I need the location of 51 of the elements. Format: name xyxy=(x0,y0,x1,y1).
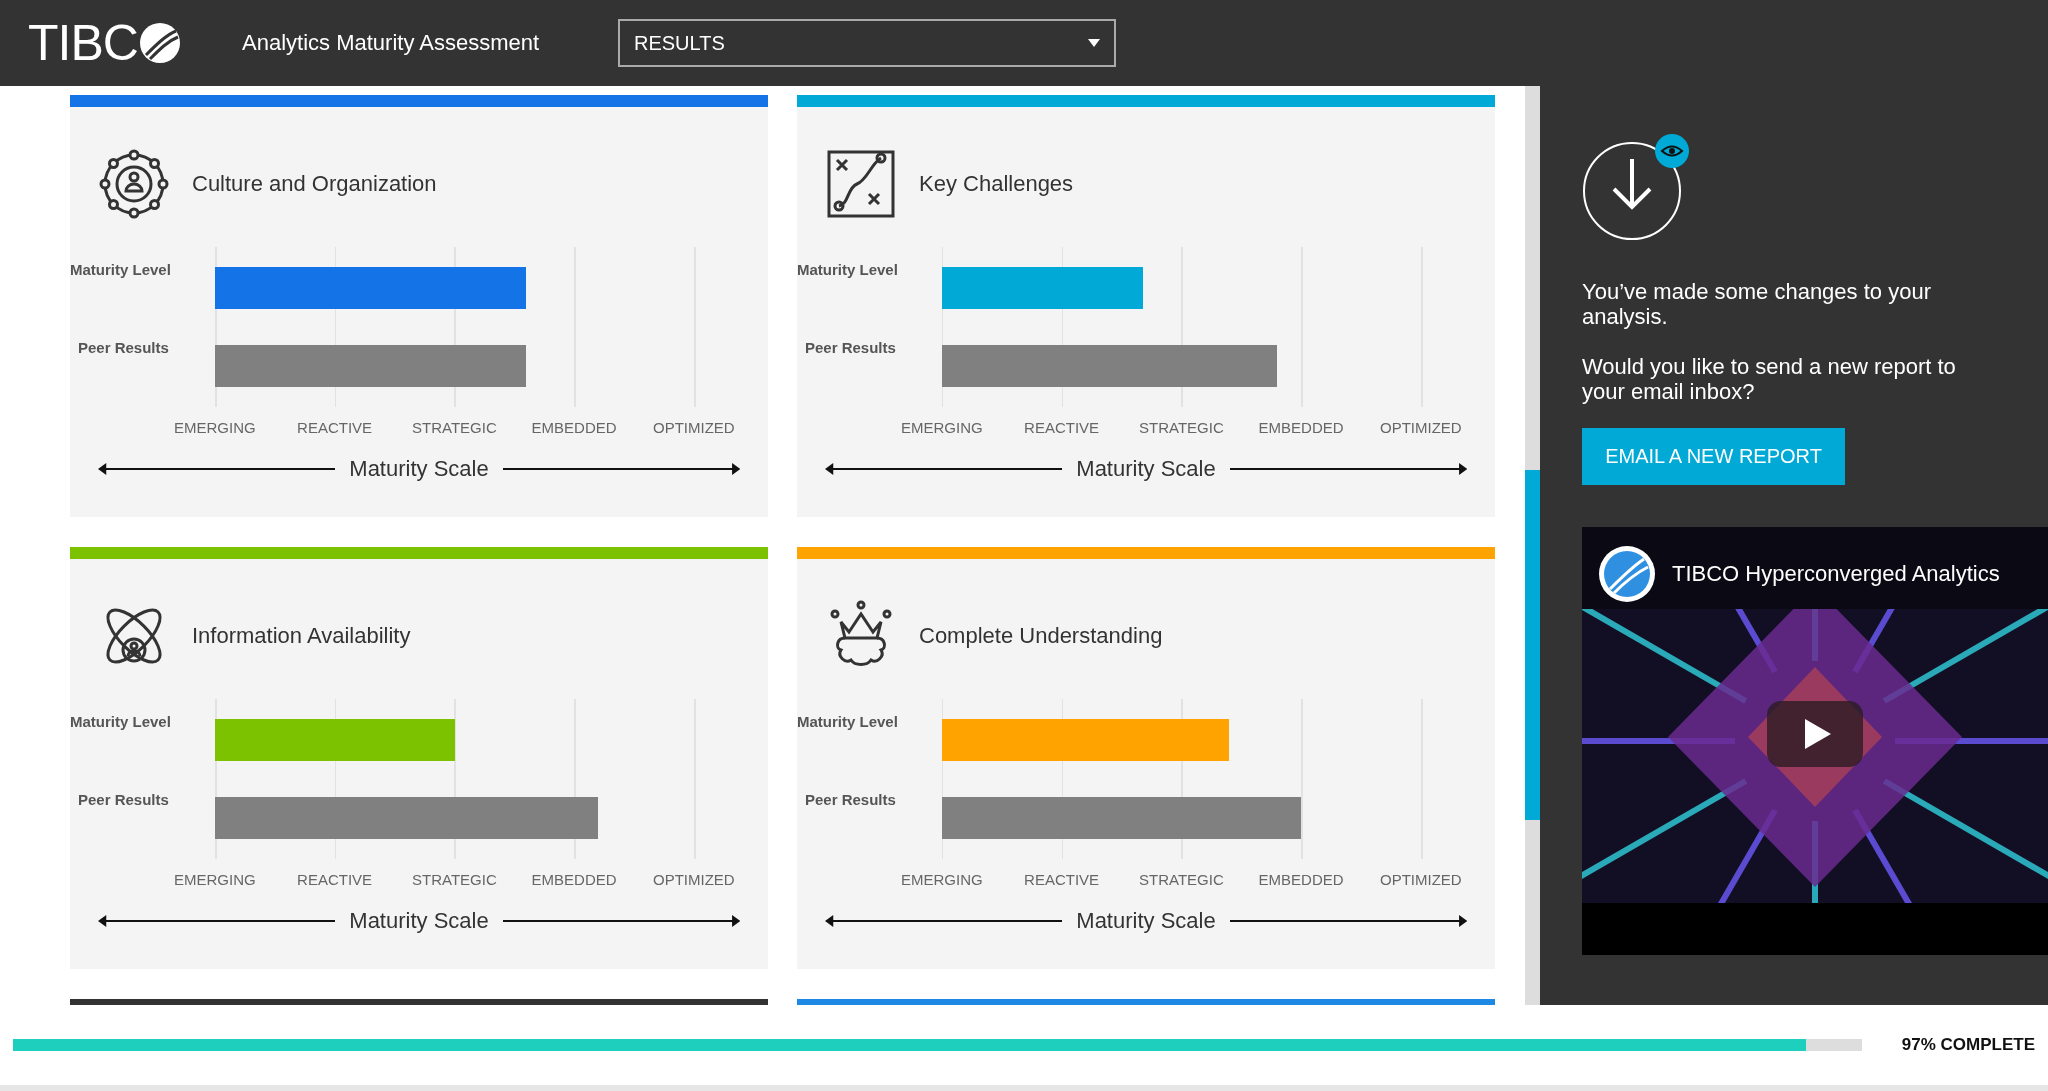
scale-label: EMERGING xyxy=(900,871,984,888)
scale-label: OPTIMIZED xyxy=(652,419,736,436)
scale-label: REACTIVE xyxy=(296,871,374,888)
scale-title: Maturity Scale xyxy=(349,908,489,934)
scale-label: REACTIVE xyxy=(1023,419,1101,436)
scale-label: EMBEDDED xyxy=(530,419,618,436)
row-label: Maturity Level xyxy=(797,261,899,280)
strategy-board-icon xyxy=(825,148,897,220)
scale-title: Maturity Scale xyxy=(1076,908,1216,934)
video-title: TIBCO Hyperconverged Analytics xyxy=(1672,561,2000,588)
row-label: Peer Results xyxy=(77,791,170,810)
scale-label: REACTIVE xyxy=(1023,871,1101,888)
video-player[interactable]: TIBCO Hyperconverged Analytics xyxy=(1582,527,2048,956)
scale-label: STRATEGIC xyxy=(1138,871,1225,888)
scale-label: REACTIVE xyxy=(296,419,374,436)
scale-label: OPTIMIZED xyxy=(1379,419,1463,436)
app-title: Analytics Maturity Assessment xyxy=(242,30,541,56)
scale-label: STRATEGIC xyxy=(411,419,498,436)
scale-label: EMERGING xyxy=(173,871,257,888)
scale-label: EMBEDDED xyxy=(530,871,618,888)
scale-label: OPTIMIZED xyxy=(1379,871,1463,888)
scale-label: OPTIMIZED xyxy=(652,871,736,888)
row-label: Peer Results xyxy=(77,339,170,358)
row-label: Maturity Level xyxy=(70,713,172,732)
caret-icon xyxy=(1088,39,1100,47)
play-button[interactable] xyxy=(1767,701,1863,768)
scrollbar-thumb[interactable] xyxy=(1525,470,1540,820)
scale-label: EMBEDDED xyxy=(1257,419,1345,436)
message-text: Would you like to send a new report to your email inbox? xyxy=(1582,353,1957,405)
scale-label: STRATEGIC xyxy=(411,871,498,888)
card-title: Information Availability xyxy=(192,623,411,649)
person-network-icon xyxy=(98,148,170,220)
progress-label: 97% COMPLETE xyxy=(1901,1035,2035,1055)
row-label: Peer Results xyxy=(804,791,897,810)
scale-label: EMERGING xyxy=(173,419,257,436)
results-dropdown[interactable]: RESULTS xyxy=(618,19,1116,67)
scale-label: EMBEDDED xyxy=(1257,871,1345,888)
row-label: Peer Results xyxy=(804,339,897,358)
logo-mark-icon xyxy=(137,21,182,65)
card-title: Key Challenges xyxy=(919,171,1074,197)
scale-label: EMERGING xyxy=(900,419,984,436)
card-title: Culture and Organization xyxy=(192,171,437,197)
scale-title: Maturity Scale xyxy=(349,456,489,482)
logo-text: TIBC xyxy=(28,18,138,68)
channel-logo-icon xyxy=(1598,545,1656,604)
scale-title: Maturity Scale xyxy=(1076,456,1216,482)
row-label: Maturity Level xyxy=(70,261,172,280)
row-label: Maturity Level xyxy=(797,713,899,732)
scale-label: STRATEGIC xyxy=(1138,419,1225,436)
message-text: You’ve made some changes to your analysis. xyxy=(1582,279,1932,330)
card-title: Complete Understanding xyxy=(919,623,1163,649)
